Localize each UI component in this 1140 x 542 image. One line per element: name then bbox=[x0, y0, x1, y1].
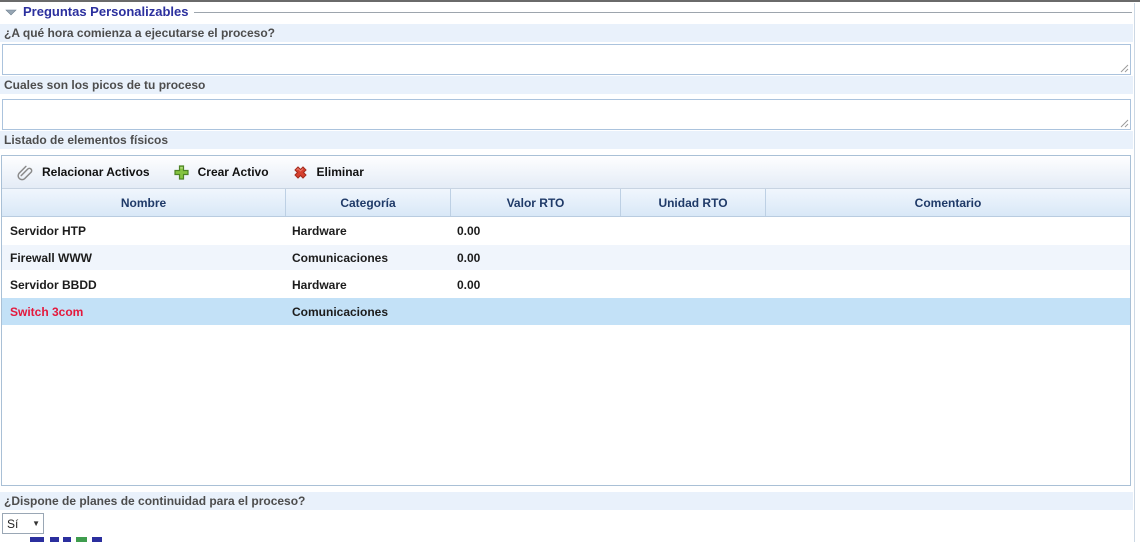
column-header-categoria[interactable]: Categoría bbox=[286, 189, 451, 216]
paperclip-icon bbox=[16, 163, 35, 182]
relate-assets-button[interactable]: Relacionar Activos bbox=[12, 161, 154, 184]
assets-toolbar: Relacionar Activos Crear Activo bbox=[2, 156, 1130, 189]
table-row[interactable]: Servidor HTP Hardware 0.00 bbox=[2, 217, 1130, 244]
delete-x-icon bbox=[291, 163, 310, 182]
question1-label: ¿A qué hora comienza a ejecutarse el pro… bbox=[0, 24, 1133, 42]
question2-field-wrap bbox=[2, 99, 1131, 130]
delete-asset-button[interactable]: Eliminar bbox=[287, 161, 368, 184]
relate-assets-label: Relacionar Activos bbox=[42, 165, 150, 179]
cell-nombre: Firewall WWW bbox=[2, 251, 286, 265]
cell-nombre: Servidor HTP bbox=[2, 224, 286, 238]
clipped-icon-fragment bbox=[76, 537, 87, 542]
cell-categoria: Hardware bbox=[286, 278, 451, 292]
cell-nombre: Switch 3com bbox=[2, 305, 286, 319]
cell-categoria: Comunicaciones bbox=[286, 251, 451, 265]
assets-list-label: Listado de elementos físicos bbox=[0, 131, 1133, 149]
cell-nombre: Servidor BBDD bbox=[2, 278, 286, 292]
cell-categoria: Hardware bbox=[286, 224, 451, 238]
clipped-text-fragment bbox=[50, 537, 59, 542]
cell-valor-rto: 0.00 bbox=[451, 278, 621, 292]
table-row[interactable]: Firewall WWW Comunicaciones 0.00 bbox=[2, 244, 1130, 271]
question2-label: Cuales son los picos de tu proceso bbox=[0, 76, 1133, 94]
section-legend: Preguntas Personalizables bbox=[4, 3, 1132, 20]
clipped-text-fragment bbox=[92, 537, 102, 542]
table-row[interactable]: Servidor BBDD Hardware 0.00 bbox=[2, 271, 1130, 298]
plus-icon bbox=[172, 163, 191, 182]
continuity-select[interactable]: Sí ▼ bbox=[2, 513, 44, 534]
column-header-nombre[interactable]: Nombre bbox=[2, 189, 286, 216]
select-arrow-icon: ▼ bbox=[32, 519, 43, 528]
continuity-question-label: ¿Dispone de planes de continuidad para e… bbox=[0, 492, 1133, 510]
column-header-unidad-rto[interactable]: Unidad RTO bbox=[621, 189, 766, 216]
clipped-text-fragment bbox=[30, 537, 44, 542]
fieldset-right-border bbox=[1134, 3, 1135, 542]
cell-valor-rto: 0.00 bbox=[451, 224, 621, 238]
question1-textarea[interactable] bbox=[2, 44, 1131, 75]
cell-categoria: Comunicaciones bbox=[286, 305, 451, 319]
continuity-select-value: Sí bbox=[3, 517, 32, 531]
top-border bbox=[0, 0, 1140, 2]
section-title: Preguntas Personalizables bbox=[23, 4, 188, 19]
clipped-next-section bbox=[0, 537, 1133, 542]
column-header-valor-rto[interactable]: Valor RTO bbox=[451, 189, 621, 216]
delete-asset-label: Eliminar bbox=[317, 165, 364, 179]
table-row-selected[interactable]: Switch 3com Comunicaciones bbox=[2, 298, 1130, 325]
table-header: Nombre Categoría Valor RTO Unidad RTO Co… bbox=[2, 189, 1130, 217]
table-empty-area bbox=[2, 325, 1130, 485]
create-asset-button[interactable]: Crear Activo bbox=[168, 161, 273, 184]
column-header-comentario[interactable]: Comentario bbox=[766, 189, 1130, 216]
create-asset-label: Crear Activo bbox=[198, 165, 269, 179]
legend-rule bbox=[194, 12, 1132, 13]
preguntas-personalizables-panel: Preguntas Personalizables ¿A qué hora co… bbox=[0, 0, 1140, 542]
collapse-chevron-down-icon[interactable] bbox=[4, 6, 18, 18]
question1-field-wrap bbox=[2, 44, 1131, 75]
question2-textarea[interactable] bbox=[2, 99, 1131, 130]
cell-valor-rto: 0.00 bbox=[451, 251, 621, 265]
assets-grid: Relacionar Activos Crear Activo bbox=[1, 155, 1131, 486]
clipped-text-fragment bbox=[63, 537, 71, 542]
